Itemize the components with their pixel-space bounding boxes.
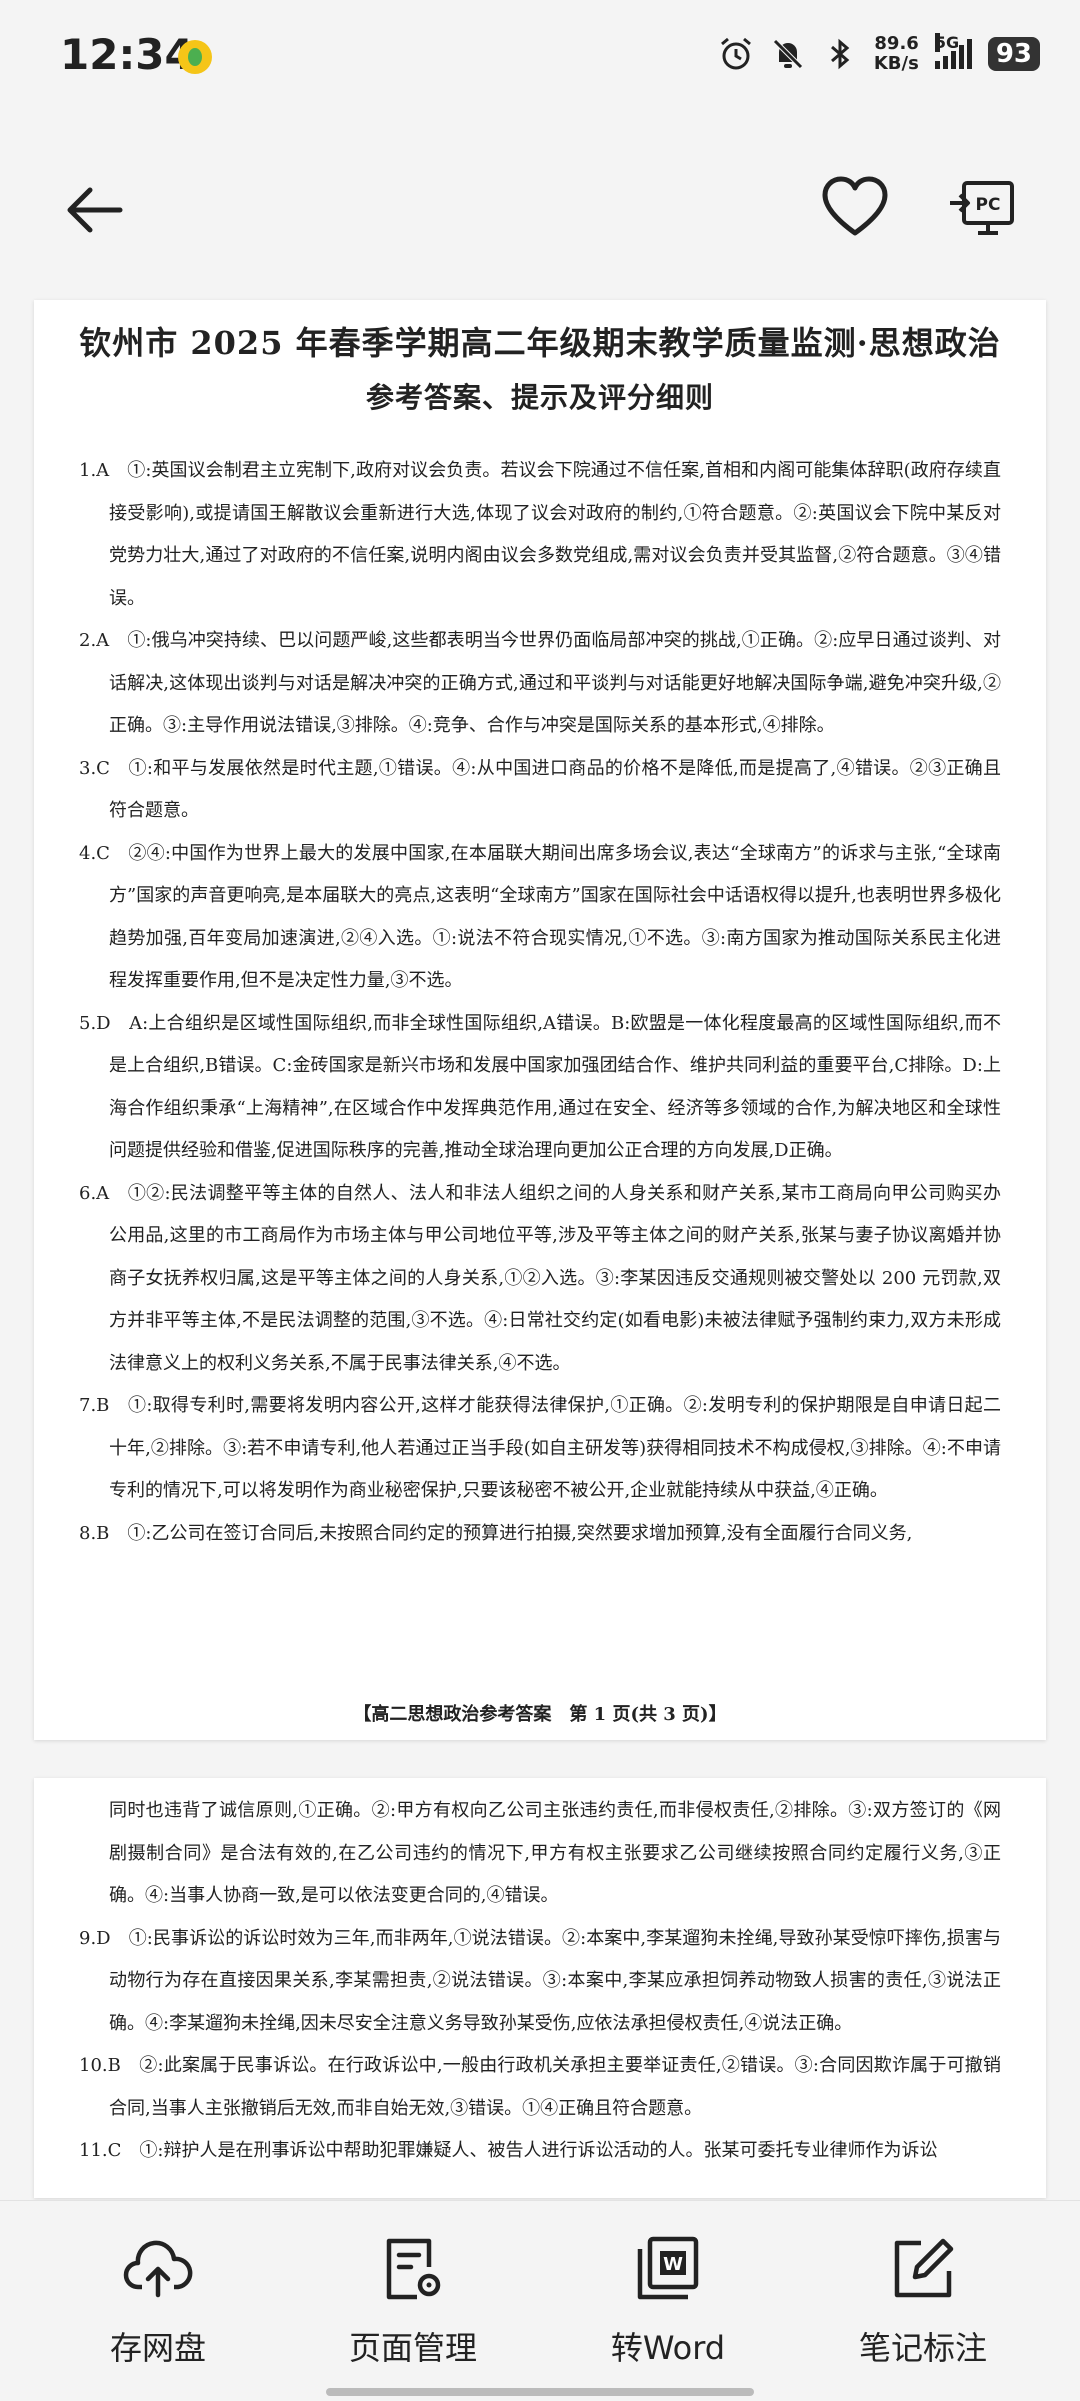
status-icons: 89.6 KB/s 5G 93 xyxy=(718,33,1040,74)
mute-bell-icon xyxy=(773,39,803,69)
page-settings-icon xyxy=(386,2238,441,2300)
document-page-2[interactable]: 同时也违背了诚信原则,①正确。②:甲方有权向乙公司主张违约责任,而非侵权责任,②… xyxy=(34,1778,1046,2198)
answer-item: 4.C ②④:中国作为世界上最大的发展中国家,在本届联大期间出席多场会议,表达“… xyxy=(79,842,1001,992)
network-speed: 89.6 KB/s xyxy=(873,33,919,74)
answer-item: 11.C ①:辩护人是在刑事诉讼中帮助犯罪嫌疑人、被告人进行诉讼活动的人。张某可… xyxy=(79,2140,938,2161)
battery-icon: 93 xyxy=(987,37,1040,71)
status-time: 12:34 xyxy=(60,30,194,79)
document-subtitle: 参考答案、提示及评分细则 xyxy=(365,381,714,414)
svg-text:PC: PC xyxy=(976,195,1001,215)
back-arrow-icon[interactable] xyxy=(60,175,130,245)
word-file-icon: W xyxy=(637,2236,699,2300)
answer-item: 3.C ①:和平与发展依然是时代主题,①错误。④:从中国进口商品的价格不是降低,… xyxy=(79,757,1001,822)
top-toolbar: PC xyxy=(0,115,1080,300)
convert-to-word-button[interactable]: W 转Word xyxy=(568,2233,768,2369)
signal-icon: 5G xyxy=(934,33,972,69)
answer-continuation: 同时也违背了诚信原则,①正确。②:甲方有权向乙公司主张违约责任,而非侵权责任,②… xyxy=(109,1800,1001,1906)
home-indicator[interactable] xyxy=(326,2388,754,2396)
document-page-1[interactable]: 钦州市 2025 年春季学期高二年级期末教学质量监测·思想政治 参考答案、提示及… xyxy=(34,300,1046,1740)
alarm-icon xyxy=(720,37,751,70)
status-bar: 12:34 89.6 KB/s 5G 93 xyxy=(0,0,1080,115)
document-title: 钦州市 2025 年春季学期高二年级期末教学质量监测·思想政治 xyxy=(79,324,1001,362)
page-footer: 【高二思想政治参考答案 第 1 页(共 3 页)】 xyxy=(353,1704,727,1725)
answer-list: 同时也违背了诚信原则,①正确。②:甲方有权向乙公司主张违约责任,而非侵权责任,②… xyxy=(34,1790,1046,2173)
cloud-upload-icon xyxy=(123,2240,193,2298)
answer-item: 2.A ①:俄乌冲突持续、巴以问题严峻,这些都表明当今世界仍面临局部冲突的挑战,… xyxy=(79,630,1001,736)
save-to-cloud-button[interactable]: 存网盘 xyxy=(58,2233,258,2369)
notification-app-icon xyxy=(178,40,212,74)
answer-item: 1.A ①:英国议会制君主立宪制下,政府对议会负责。若议会下院通过不信任案,首相… xyxy=(79,460,1001,609)
answer-item: 6.A ①②:民法调整平等主体的自然人、法人和非法人组织之间的人身关系和财产关系… xyxy=(79,1182,1001,1374)
answer-item: 7.B ①:取得专利时,需要将发明内容公开,这样才能获得法律保护,①正确。②:发… xyxy=(79,1395,1001,1501)
answer-list: 1.A ①:英国议会制君主立宪制下,政府对议会负责。若议会下院通过不信任案,首相… xyxy=(34,450,1046,1555)
send-to-pc-icon[interactable]: PC xyxy=(948,177,1018,247)
bottom-toolbar: 存网盘 页面管理 W 转Word 笔记标注 xyxy=(0,2200,1080,2401)
edit-note-icon xyxy=(894,2238,954,2298)
bluetooth-icon xyxy=(830,38,850,70)
answer-item: 5.D A:上合组织是区域性国际组织,而非全球性国际组织,A错误。B:欧盟是一体… xyxy=(79,1012,1001,1162)
answer-item: 9.D ①:民事诉讼的诉讼时效为三年,而非两年,①说法错误。②:本案中,李某遛狗… xyxy=(79,1927,1001,2034)
page-manage-button[interactable]: 页面管理 xyxy=(313,2233,513,2369)
answer-item: 10.B ②:此案属于民事诉讼。在行政诉讼中,一般由行政机关承担主要举证责任,②… xyxy=(79,2055,1001,2119)
note-annotate-button[interactable]: 笔记标注 xyxy=(823,2233,1023,2369)
svg-text:W: W xyxy=(663,2254,683,2275)
answer-item: 8.B ①:乙公司在签订合同后,未按照合同约定的预算进行拍摄,突然要求增加预算,… xyxy=(79,1522,913,1544)
favorite-heart-icon[interactable] xyxy=(820,173,890,243)
